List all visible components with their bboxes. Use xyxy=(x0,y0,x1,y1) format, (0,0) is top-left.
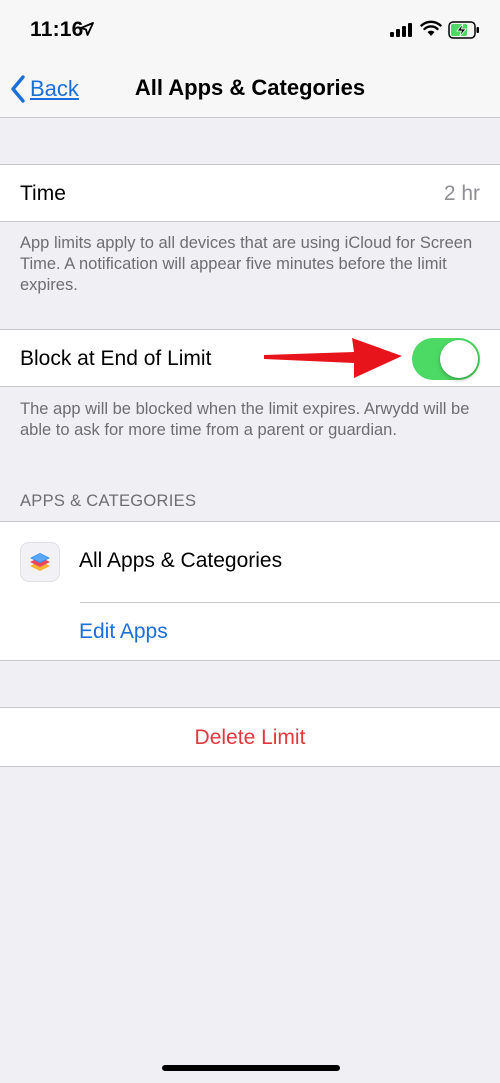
section-header-apps-categories: APPS & CATEGORIES xyxy=(20,492,197,510)
all-apps-categories-row: All Apps & Categories xyxy=(0,522,500,603)
delete-limit-button[interactable]: Delete Limit xyxy=(0,726,500,750)
wifi-icon xyxy=(420,20,442,36)
back-button-label: Back xyxy=(30,76,79,101)
block-at-end-of-limit-label: Block at End of Limit xyxy=(20,347,212,370)
time-label: Time xyxy=(20,182,66,205)
time-value: 2 hr xyxy=(443,182,480,205)
page-title-text: All Apps & Categories xyxy=(134,75,366,100)
status-time: 11:16 xyxy=(30,18,84,41)
navigation-bar: Back All Apps & Categories xyxy=(0,60,500,118)
location-arrow-icon xyxy=(80,22,94,36)
app-icon xyxy=(20,542,60,582)
battery-charging-icon xyxy=(448,21,479,39)
time-footer-text: App limits apply to all devices that are… xyxy=(20,234,473,294)
annotation-arrow-icon xyxy=(264,338,402,378)
toggle-knob xyxy=(440,340,478,378)
time-row[interactable]: Time 2 hr xyxy=(0,164,500,222)
stacked-layers-icon xyxy=(30,553,50,571)
block-at-end-of-limit-toggle[interactable] xyxy=(412,338,480,380)
edit-apps-button[interactable]: Edit Apps xyxy=(79,620,168,644)
cellular-signal-icon xyxy=(390,23,412,37)
status-bar: 11:16 xyxy=(0,0,500,60)
chevron-left-icon xyxy=(11,75,25,103)
apps-categories-group: All Apps & Categories Edit Apps xyxy=(0,521,500,661)
all-apps-categories-label: All Apps & Categories xyxy=(79,549,283,572)
delete-limit-row[interactable]: Delete Limit xyxy=(0,707,500,767)
home-indicator[interactable] xyxy=(162,1065,340,1071)
block-footer-text: The app will be blocked when the limit e… xyxy=(20,400,470,439)
back-button[interactable]: Back xyxy=(10,72,79,106)
row-divider xyxy=(80,602,500,603)
block-at-end-of-limit-row: Block at End of Limit xyxy=(0,329,500,387)
